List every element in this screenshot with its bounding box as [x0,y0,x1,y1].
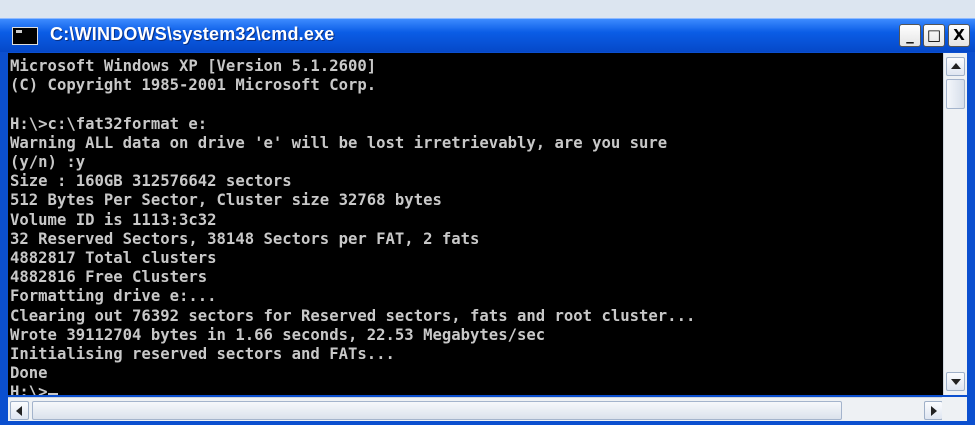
arrow-down-icon [951,379,961,385]
arrow-left-icon [16,406,22,416]
maximize-button[interactable]: □ [923,24,945,47]
console-line: H:\>c:\fat32format e: [10,114,208,133]
scroll-left-button[interactable] [10,401,29,420]
arrow-right-icon [931,406,937,416]
close-button[interactable]: X [948,24,970,47]
horizontal-scrollbar[interactable] [8,397,967,421]
console-line: Microsoft Windows XP [Version 5.1.2600] [10,57,377,75]
horizontal-scroll-thumb[interactable] [32,401,842,420]
console-line: Initialising reserved sectors and FATs..… [10,345,395,364]
vertical-scroll-thumb[interactable] [946,79,965,109]
console-line: Size : 160GB 312576642 sectors [10,172,292,191]
console-line: 4882817 Total clusters [10,249,217,268]
text-cursor [47,393,58,395]
cmd-icon [12,27,38,45]
console-line: H:\> [10,383,48,395]
window-title: C:\WINDOWS\system32\cmd.exe [50,24,335,44]
console-line: (y/n) :y [10,153,86,172]
console-line: 4882816 Free Clusters [10,268,208,287]
minimize-button[interactable]: _ [899,24,921,47]
console-line: Volume ID is 1113:3c32 [10,210,217,229]
console-line: Formatting drive e:... [10,287,217,306]
vertical-scrollbar[interactable] [943,53,967,395]
arrow-up-icon [951,63,961,69]
desktop-strip [0,0,975,18]
scroll-right-button[interactable] [924,401,943,420]
title-bar[interactable]: C:\WINDOWS\system32\cmd.exe _ □ X [0,18,975,52]
console-line: Clearing out 76392 sectors for Reserved … [10,306,696,325]
console-line: Wrote 39112704 bytes in 1.66 seconds, 22… [10,325,546,344]
console-line: 512 Bytes Per Sector, Cluster size 32768… [10,191,442,210]
resize-grip[interactable] [942,397,967,421]
console-line: Done [10,364,48,383]
console-line: 32 Reserved Sectors, 38148 Sectors per F… [10,229,480,248]
console-line: (C) Copyright 1985-2001 Microsoft Corp. [10,76,377,95]
console-text: Microsoft Windows XP [Version 5.1.2600] … [8,53,943,395]
console-output[interactable]: Microsoft Windows XP [Version 5.1.2600] … [8,53,943,395]
scroll-down-button[interactable] [946,372,965,391]
scroll-up-button[interactable] [946,57,965,76]
console-line: Warning ALL data on drive 'e' will be lo… [10,133,668,152]
